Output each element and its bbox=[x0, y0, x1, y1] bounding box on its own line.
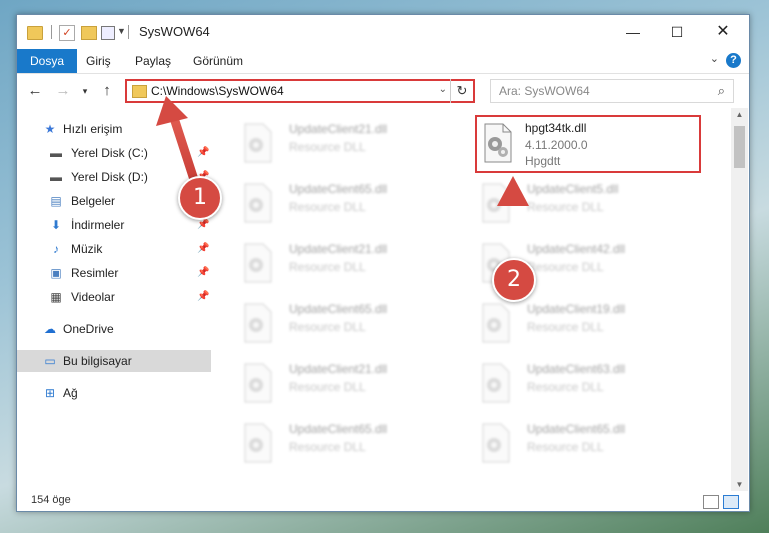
annotation-arrows bbox=[156, 96, 529, 263]
arrow-to-target-file bbox=[497, 176, 529, 263]
step-badge-1: 1 bbox=[178, 176, 222, 220]
step-badge-2: 2 bbox=[492, 258, 536, 302]
